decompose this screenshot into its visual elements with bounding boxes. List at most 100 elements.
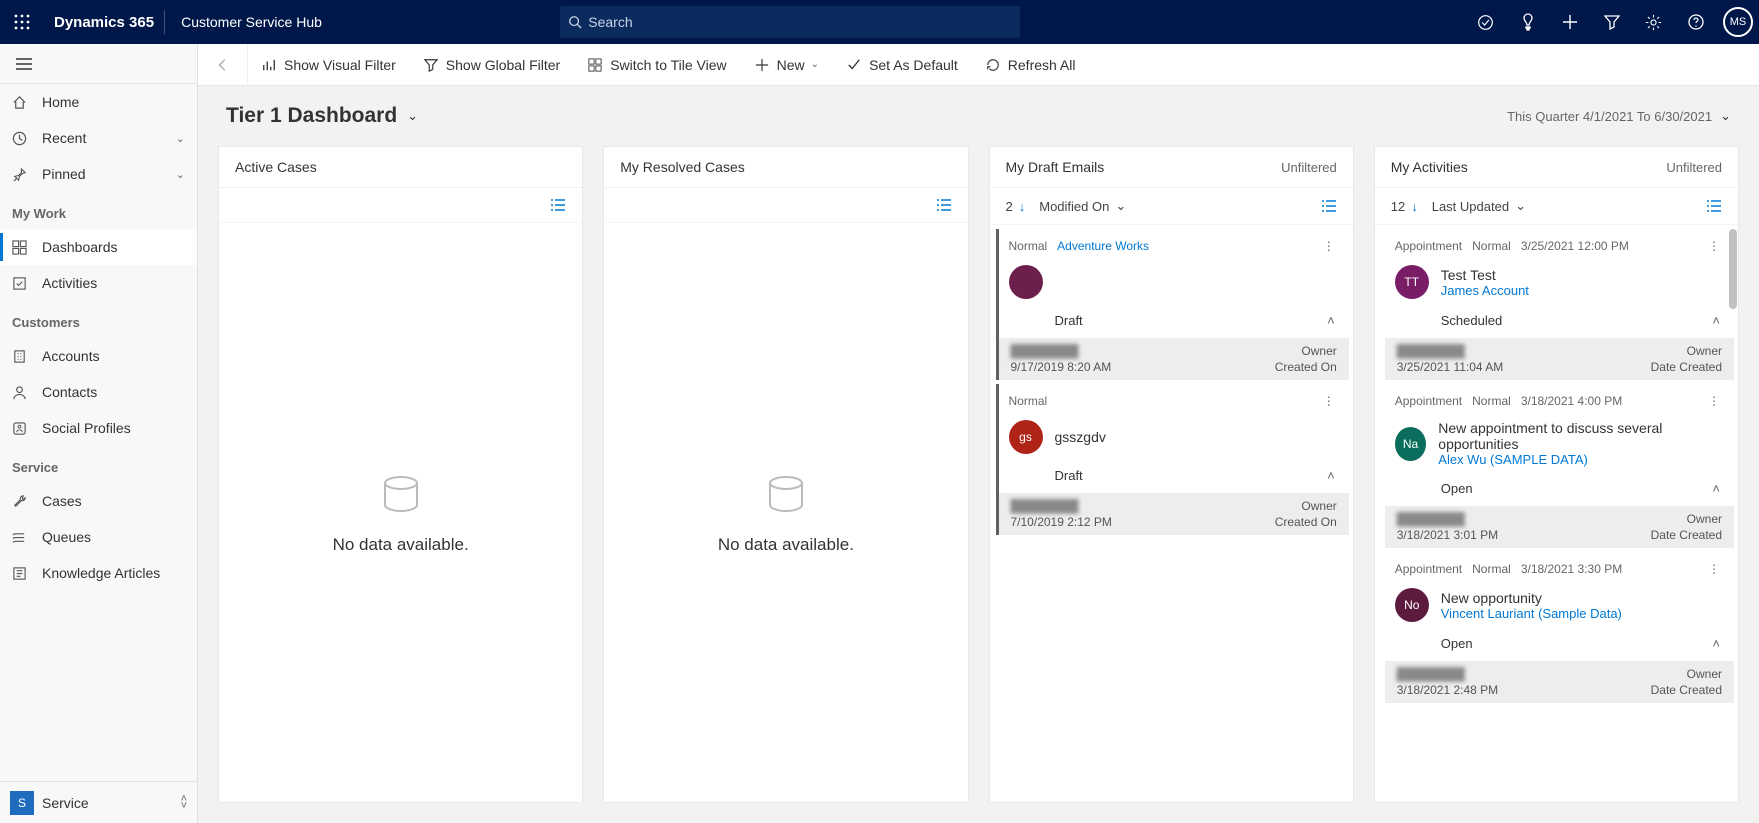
list-view-icon[interactable] xyxy=(1321,199,1337,213)
list-item[interactable]: NormalAdventure Works⋮ Draft˄ ████████Ow… xyxy=(996,229,1349,380)
chevron-up-icon[interactable]: ˄ xyxy=(1323,464,1339,487)
nav-social[interactable]: Social Profiles xyxy=(0,410,197,446)
chevron-down-icon: ⌄ xyxy=(811,59,819,70)
kebab-icon[interactable]: ⋮ xyxy=(1319,390,1339,412)
avatar: No xyxy=(1395,588,1429,622)
card-title: My Resolved Cases xyxy=(620,159,745,175)
title-chevron[interactable]: ⌄ xyxy=(407,108,418,124)
card-title: My Activities xyxy=(1391,159,1468,175)
owner-label: Owner xyxy=(1301,344,1336,358)
card-resolved-cases: My Resolved Cases No data available. xyxy=(603,146,968,803)
date-range[interactable]: This Quarter 4/1/2021 To 6/30/2021⌄ xyxy=(1507,108,1731,124)
gear-icon[interactable] xyxy=(1633,0,1675,44)
date-label: Created On xyxy=(1275,360,1337,374)
nav-pinned[interactable]: Pinned⌄ xyxy=(0,156,197,192)
search-input[interactable] xyxy=(588,14,1012,30)
list-item[interactable]: AppointmentNormal3/18/2021 4:00 PM⋮ NaNe… xyxy=(1385,384,1734,548)
assistant-icon[interactable] xyxy=(1507,0,1549,44)
chevron-up-icon[interactable]: ˄ xyxy=(1323,309,1339,332)
cmd-new[interactable]: New⌄ xyxy=(741,44,833,85)
sort-arrow-icon[interactable]: ↓ xyxy=(1411,199,1418,214)
cmd-tile-view[interactable]: Switch to Tile View xyxy=(574,44,740,85)
sidebar: Home Recent⌄ Pinned⌄ My Work Dashboards … xyxy=(0,44,198,823)
list-view-icon[interactable] xyxy=(1706,199,1722,213)
regarding-link[interactable]: James Account xyxy=(1441,283,1529,298)
activity-type: Appointment xyxy=(1395,394,1462,408)
section-service: Service xyxy=(0,446,197,483)
chevron-up-icon[interactable]: ˄ xyxy=(1708,477,1724,500)
area-switcher[interactable]: S Service ˄˅ xyxy=(0,781,197,823)
app-launcher-icon[interactable] xyxy=(0,0,44,44)
back-button[interactable] xyxy=(198,44,248,85)
regarding-link[interactable]: Vincent Lauriant (Sample Data) xyxy=(1441,606,1622,621)
card-draft-emails: My Draft EmailsUnfiltered 2 ↓ Modified O… xyxy=(989,146,1354,803)
regarding-link[interactable]: Alex Wu (SAMPLE DATA) xyxy=(1438,452,1724,467)
filter-icon[interactable] xyxy=(1591,0,1633,44)
cmd-visual-filter[interactable]: Show Visual Filter xyxy=(248,44,410,85)
list-item[interactable]: Normal⋮ gsgsszgdv Draft˄ ████████Owner7/… xyxy=(996,384,1349,535)
nav-cases[interactable]: Cases xyxy=(0,483,197,519)
due-date: 3/18/2021 4:00 PM xyxy=(1521,394,1622,408)
item-subject: New opportunity xyxy=(1441,590,1622,606)
cmd-set-default[interactable]: Set As Default xyxy=(833,44,972,85)
avatar: gs xyxy=(1009,420,1043,454)
nav-activities[interactable]: Activities xyxy=(0,265,197,301)
cmd-global-filter[interactable]: Show Global Filter xyxy=(410,44,574,85)
nav-accounts[interactable]: Accounts xyxy=(0,338,197,374)
nav-queues[interactable]: Queues xyxy=(0,519,197,555)
sort-selector[interactable]: Last Updated⌄ xyxy=(1432,198,1526,214)
nav-dashboards[interactable]: Dashboards xyxy=(0,229,197,265)
plus-icon xyxy=(755,58,769,72)
draft-list: NormalAdventure Works⋮ Draft˄ ████████Ow… xyxy=(990,225,1353,802)
social-icon xyxy=(12,421,32,436)
cmd-refresh[interactable]: Refresh All xyxy=(972,44,1090,85)
sort-selector[interactable]: Modified On⌄ xyxy=(1039,198,1126,214)
sort-arrow-icon[interactable]: ↓ xyxy=(1019,199,1026,214)
list-item[interactable]: AppointmentNormal3/25/2021 12:00 PM⋮ TTT… xyxy=(1385,229,1734,380)
chevron-up-icon[interactable]: ˄ xyxy=(1708,309,1724,332)
kebab-icon[interactable]: ⋮ xyxy=(1704,558,1724,580)
nav-dashboards-label: Dashboards xyxy=(42,239,118,255)
date-label: Date Created xyxy=(1651,683,1722,697)
nav-contacts[interactable]: Contacts xyxy=(0,374,197,410)
nav-home[interactable]: Home xyxy=(0,84,197,120)
list-item[interactable]: AppointmentNormal3/18/2021 3:30 PM⋮ NoNe… xyxy=(1385,552,1734,703)
wrench-icon xyxy=(12,494,32,509)
global-search[interactable] xyxy=(560,6,1020,38)
user-avatar[interactable]: MS xyxy=(1717,0,1759,44)
status-label: Open xyxy=(1441,636,1473,651)
owner-label: Owner xyxy=(1687,512,1722,526)
activities-icon xyxy=(12,276,32,291)
home-icon xyxy=(12,95,32,110)
nav-recent[interactable]: Recent⌄ xyxy=(0,120,197,156)
priority-label: Normal xyxy=(1472,239,1511,253)
kebab-icon[interactable]: ⋮ xyxy=(1704,390,1724,412)
empty-text: No data available. xyxy=(718,535,854,555)
hamburger-icon[interactable] xyxy=(0,44,48,84)
chevron-down-icon: ⌄ xyxy=(176,168,185,181)
list-view-icon[interactable] xyxy=(550,198,566,212)
task-flow-icon[interactable] xyxy=(1465,0,1507,44)
clock-icon xyxy=(12,131,32,146)
tile-icon xyxy=(588,58,602,72)
kebab-icon[interactable]: ⋮ xyxy=(1704,235,1724,257)
nav-activities-label: Activities xyxy=(42,275,97,291)
kebab-icon[interactable]: ⋮ xyxy=(1319,235,1339,257)
priority-label: Normal xyxy=(1472,562,1511,576)
status-label: Draft xyxy=(1055,468,1083,483)
main-content: Show Visual Filter Show Global Filter Sw… xyxy=(198,44,1759,823)
nav-knowledge[interactable]: Knowledge Articles xyxy=(0,555,197,591)
page-title: Tier 1 Dashboard xyxy=(226,104,397,128)
activity-type: Appointment xyxy=(1395,562,1462,576)
help-icon[interactable] xyxy=(1675,0,1717,44)
empty-icon xyxy=(763,471,809,517)
nav-knowledge-label: Knowledge Articles xyxy=(42,565,160,581)
chevron-up-icon[interactable]: ˄ xyxy=(1708,632,1724,655)
dash-header: Tier 1 Dashboard ⌄ This Quarter 4/1/2021… xyxy=(198,86,1759,146)
app-name-label[interactable]: Customer Service Hub xyxy=(164,10,338,34)
list-view-icon[interactable] xyxy=(936,198,952,212)
pin-icon xyxy=(12,167,32,182)
regarding-link[interactable]: Adventure Works xyxy=(1057,239,1149,253)
add-icon[interactable] xyxy=(1549,0,1591,44)
priority-label: Normal xyxy=(1009,239,1048,253)
